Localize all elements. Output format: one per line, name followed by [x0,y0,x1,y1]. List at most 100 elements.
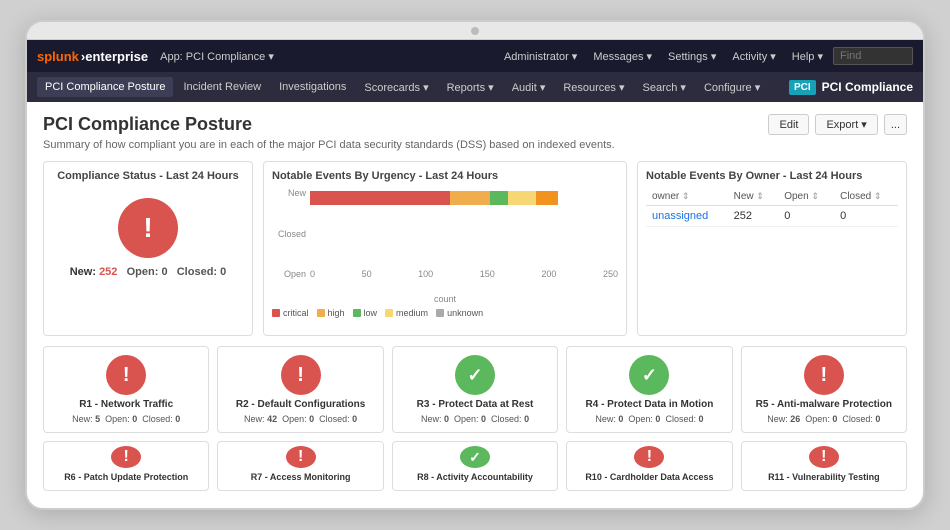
compliance-exclamation-icon: ! [118,198,178,258]
r1-title: R1 - Network Traffic [79,399,173,411]
nav-scorecards[interactable]: Scorecards ▾ [356,77,436,98]
r2-title: R2 - Default Configurations [236,399,365,411]
x-label-50: 50 [362,269,372,279]
compliance-status-title: Compliance Status - Last 24 Hours [57,170,239,182]
r8-icon: ✓ [460,446,490,468]
nav-investigations[interactable]: Investigations [271,77,354,97]
col-owner: owner ⇕ [646,188,728,206]
r2-icon: ! [281,355,321,395]
r5-counts: New: 26 Open: 0 Closed: 0 [767,414,880,424]
closed-label: Closed: [177,266,217,278]
r2-counts: New: 42 Open: 0 Closed: 0 [244,414,357,424]
second-nav-bar: PCI Compliance Posture Incident Review I… [27,72,923,102]
splunk-logo-suffix: ›enterprise [81,49,148,64]
nav-resources[interactable]: Resources ▾ [555,77,632,98]
r3-counts: New: 0 Open: 0 Closed: 0 [421,414,529,424]
device-frame: splunk›enterprise App: PCI Compliance ▾ … [25,20,925,510]
col-open: Open ⇕ [778,188,834,206]
pci-badge: PCI [789,80,816,95]
r1-icon: ! [106,355,146,395]
r7-title: R7 - Access Monitoring [251,472,351,483]
open-value: 0 [161,266,167,278]
export-button[interactable]: Export ▾ [815,114,877,135]
row-open-val: 0 [778,206,834,227]
nav-search[interactable]: Search ▾ [635,77,694,98]
row-closed-val: 0 [834,206,898,227]
card-r11: ! R11 - Vulnerability Testing [741,441,907,491]
help-link[interactable]: Help ▾ [786,48,829,65]
bar-segment-critical [310,191,450,205]
bar-row-closed [310,214,618,234]
r4-counts: New: 0 Open: 0 Closed: 0 [595,414,703,424]
r11-icon: ! [809,446,839,468]
owner-unassigned-link[interactable]: unassigned [652,210,708,222]
row-new-val: 252 [728,206,779,227]
legend-dot-unknown [436,309,444,317]
r3-title: R3 - Protect Data at Rest [417,399,534,411]
nav-reports[interactable]: Reports ▾ [439,77,502,98]
find-input[interactable] [833,47,913,65]
nav-audit[interactable]: Audit ▾ [504,77,554,98]
settings-link[interactable]: Settings ▾ [662,48,722,65]
card-r3: ✓ R3 - Protect Data at Rest New: 0 Open:… [392,346,558,433]
x-label-0: 0 [310,269,315,279]
page-actions: Edit Export ▾ ... [768,114,907,135]
chart-area: New Closed Open [272,188,618,318]
y-label-new: New [272,188,306,198]
r7-icon: ! [286,446,316,468]
urgency-panel: Notable Events By Urgency - Last 24 Hour… [263,161,627,336]
app-label[interactable]: App: PCI Compliance ▾ [160,50,274,63]
card-r4: ✓ R4 - Protect Data in Motion New: 0 Ope… [566,346,732,433]
bar-segment-low [490,191,508,205]
legend-label-critical: critical [283,308,309,318]
y-label-open: Open [272,269,306,279]
activity-link[interactable]: Activity ▾ [726,48,781,65]
owner-panel-title: Notable Events By Owner - Last 24 Hours [646,170,898,182]
legend-dot-high [317,309,325,317]
r1-counts: New: 5 Open: 0 Closed: 0 [72,414,180,424]
card-r5: ! R5 - Anti-malware Protection New: 26 O… [741,346,907,433]
y-label-closed: Closed [272,229,306,239]
owner-panel: Notable Events By Owner - Last 24 Hours … [637,161,907,336]
legend-low: low [353,308,378,318]
bar-row-open [310,241,618,261]
card-r7: ! R7 - Access Monitoring [217,441,383,491]
splunk-logo-text: splunk [37,49,79,64]
card-r6: ! R6 - Patch Update Protection [43,441,209,491]
x-label-200: 200 [541,269,556,279]
new-label: New: [70,266,96,278]
nav-pci-posture[interactable]: PCI Compliance Posture [37,77,173,97]
r11-title: R11 - Vulnerability Testing [768,472,880,483]
device-top-bar [27,22,923,40]
more-options-button[interactable]: ... [884,114,907,135]
legend-label-unknown: unknown [447,308,483,318]
table-row: unassigned 252 0 0 [646,206,898,227]
bar-segment-unknown [536,191,558,205]
r8-title: R8 - Activity Accountability [417,472,533,483]
browser-content: splunk›enterprise App: PCI Compliance ▾ … [27,40,923,508]
messages-link[interactable]: Messages ▾ [587,48,658,65]
x-axis-label: count [272,294,618,304]
legend-medium: medium [385,308,428,318]
bar-segment-high [450,191,490,205]
nav-configure[interactable]: Configure ▾ [696,77,768,98]
nav-incident-review[interactable]: Incident Review [175,77,269,97]
col-new: New ⇕ [728,188,779,206]
splunk-logo: splunk›enterprise [37,49,148,64]
r4-title: R4 - Protect Data in Motion [586,399,714,411]
legend-unknown: unknown [436,308,483,318]
r5-icon: ! [804,355,844,395]
admin-link[interactable]: Administrator ▾ [498,48,583,65]
card-r2: ! R2 - Default Configurations New: 42 Op… [217,346,383,433]
card-r10: ! R10 - Cardholder Data Access [566,441,732,491]
legend-dot-critical [272,309,280,317]
edit-button[interactable]: Edit [768,114,809,135]
new-value: 252 [99,266,117,278]
page-header: PCI Compliance Posture Edit Export ▾ ... [43,114,907,135]
bar-segment-medium [508,191,536,205]
r5-title: R5 - Anti-malware Protection [756,399,892,411]
device-dot [471,27,479,35]
page-title: PCI Compliance Posture [43,114,252,135]
compliance-status-panel: Compliance Status - Last 24 Hours ! New:… [43,161,253,336]
cards-row-2: ! R6 - Patch Update Protection ! R7 - Ac… [43,441,907,491]
